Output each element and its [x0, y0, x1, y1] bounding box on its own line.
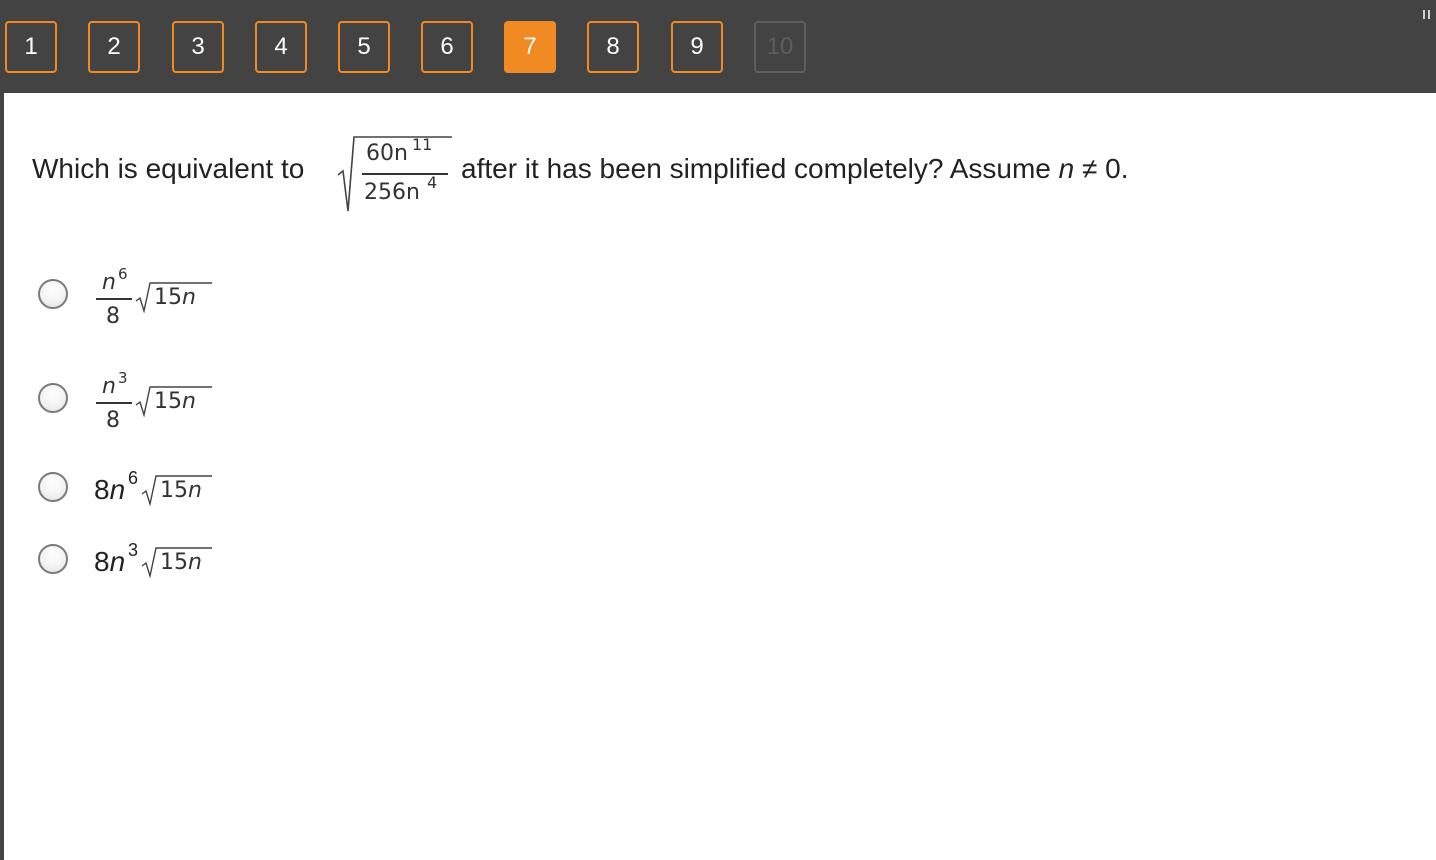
option-1-exponent: 6 — [118, 265, 128, 283]
assumption-variable: n — [1058, 153, 1075, 184]
question-radical-expression: 60n 11 256n 4 — [334, 133, 454, 223]
question-navigation-bar: 1 2 3 4 5 6 7 8 9 10 — [0, 0, 1436, 93]
numerator-exponent: 11 — [412, 135, 433, 154]
numerator-text: 60n — [366, 141, 408, 166]
answer-option-3[interactable]: 8n 6 15n — [38, 468, 238, 508]
option-1-expression: n 6 8 15n — [94, 263, 214, 343]
question-text-prefix: Which is equivalent to — [32, 153, 305, 184]
option-2-expression: n 3 8 15n — [94, 367, 214, 447]
question-1-button[interactable]: 1 — [5, 21, 57, 73]
answer-option-2[interactable]: n 3 8 15n — [38, 367, 238, 447]
question-7-button[interactable]: 7 — [504, 21, 556, 73]
option-4-exponent: 3 — [128, 540, 139, 560]
option-2-radio[interactable] — [38, 383, 68, 413]
option-3-exponent: 6 — [128, 468, 139, 488]
option-2-exponent: 3 — [118, 369, 128, 387]
option-3-radio[interactable] — [38, 472, 68, 502]
answer-option-4[interactable]: 8n 3 15n — [38, 540, 238, 580]
question-5-button[interactable]: 5 — [338, 21, 390, 73]
option-1-radio[interactable] — [38, 279, 68, 309]
answer-option-1[interactable]: n 6 8 15n — [38, 263, 238, 343]
question-10-button: 10 — [754, 21, 806, 73]
question-2-button[interactable]: 2 — [88, 21, 140, 73]
denominator-text: 256n — [364, 180, 420, 205]
option-4-radio[interactable] — [38, 544, 68, 574]
option-3-expression: 8n 6 15n — [94, 468, 234, 508]
question-4-button[interactable]: 4 — [255, 21, 307, 73]
question-3-button[interactable]: 3 — [172, 21, 224, 73]
option-4-expression: 8n 3 15n — [94, 540, 234, 580]
question-panel: Which is equivalent to 60n 11 256n 4 aft… — [4, 93, 1436, 860]
pause-icon[interactable] — [1422, 10, 1432, 20]
denominator-exponent: 4 — [427, 173, 438, 192]
assumption-condition: ≠ 0. — [1074, 153, 1129, 184]
question-6-button[interactable]: 6 — [421, 21, 473, 73]
question-9-button[interactable]: 9 — [671, 21, 723, 73]
question-text-suffix: after it has been simplified completely?… — [461, 153, 1129, 184]
question-8-button[interactable]: 8 — [587, 21, 639, 73]
